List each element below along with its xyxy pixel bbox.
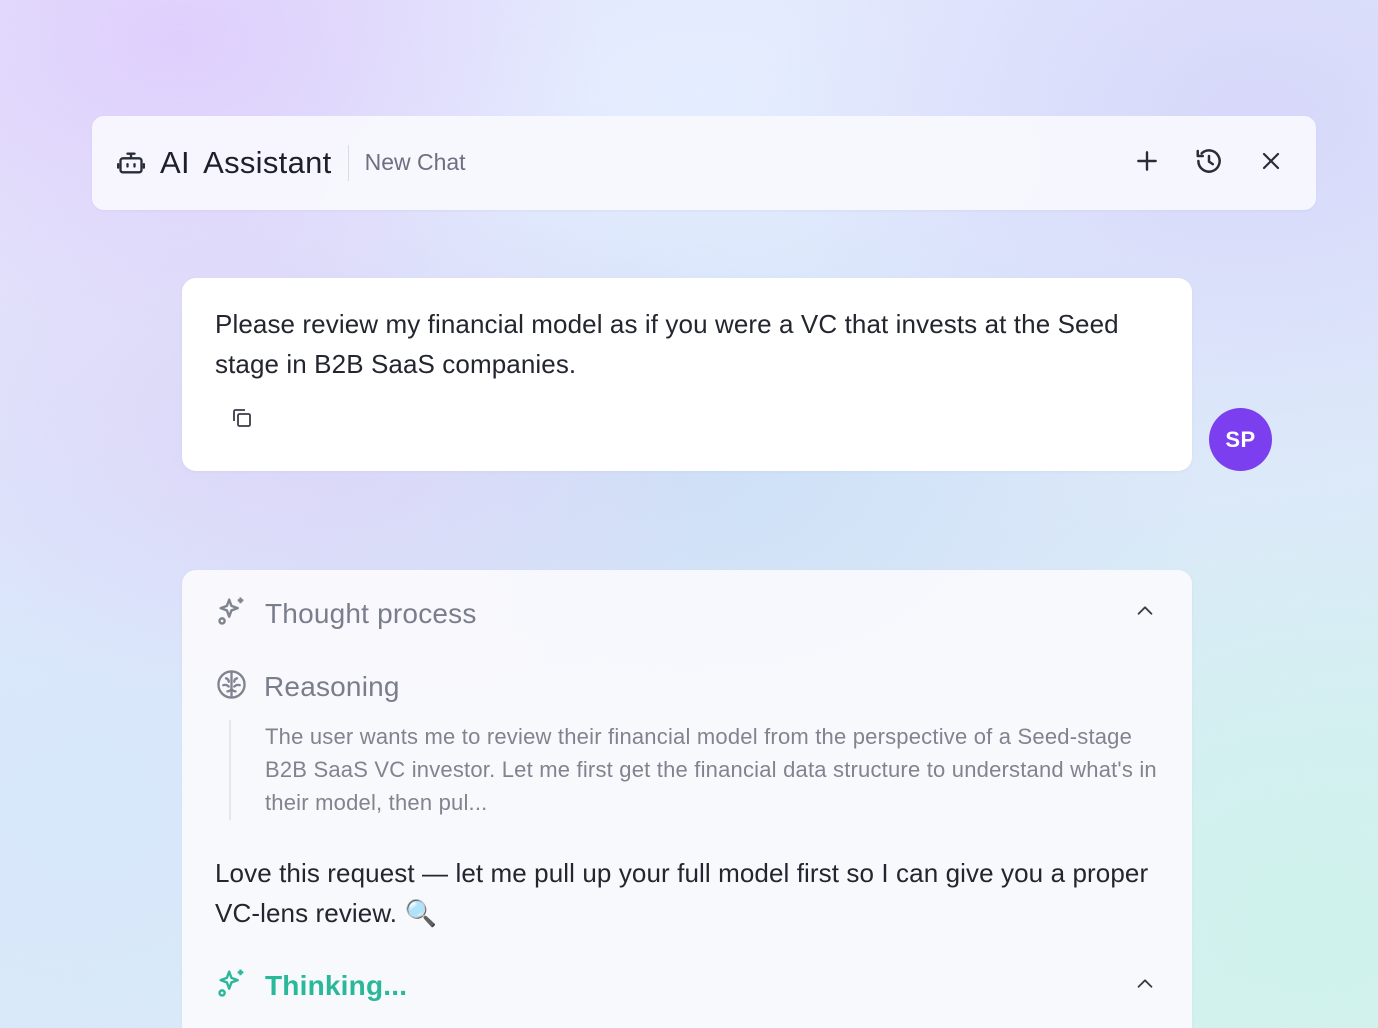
history-button[interactable]	[1186, 140, 1232, 186]
close-button[interactable]	[1248, 140, 1294, 186]
assistant-message: Thought process Reasoning The user wants…	[182, 570, 1192, 1028]
brain-icon	[215, 668, 248, 706]
thought-process-chevron[interactable]	[1132, 600, 1158, 626]
avatar[interactable]: SP	[1209, 408, 1272, 471]
new-chat-button[interactable]	[1124, 140, 1170, 186]
history-icon	[1194, 146, 1224, 181]
thinking-chevron[interactable]	[1132, 973, 1158, 999]
chevron-up-icon	[1134, 973, 1156, 1000]
robot-icon	[116, 148, 146, 178]
copy-icon	[230, 406, 254, 435]
user-message: Please review my financial model as if y…	[182, 278, 1192, 471]
copy-button[interactable]	[226, 404, 258, 436]
thought-process-toggle[interactable]: Thought process	[215, 594, 477, 633]
assistant-reply-text: Love this request — let me pull up your …	[215, 858, 1149, 928]
thought-process-label: Thought process	[265, 597, 477, 629]
sparkles-icon	[215, 966, 249, 1005]
chevron-up-icon	[1134, 600, 1156, 627]
chat-name[interactable]: New Chat	[365, 149, 466, 176]
reasoning-text: The user wants me to review their financ…	[229, 720, 1159, 820]
reasoning-label: Reasoning	[264, 671, 400, 702]
sparkles-icon	[215, 594, 249, 633]
reasoning-header: Reasoning	[215, 668, 400, 706]
plus-icon	[1134, 148, 1160, 179]
thinking-toggle[interactable]: Thinking...	[215, 966, 407, 1005]
chat-header: AI Assistant New Chat	[92, 116, 1316, 210]
header-divider	[347, 145, 349, 181]
user-message-text: Please review my financial model as if y…	[215, 309, 1119, 379]
thinking-label: Thinking...	[265, 969, 408, 1001]
close-icon	[1259, 149, 1283, 178]
app-title: AI Assistant	[160, 145, 332, 180]
